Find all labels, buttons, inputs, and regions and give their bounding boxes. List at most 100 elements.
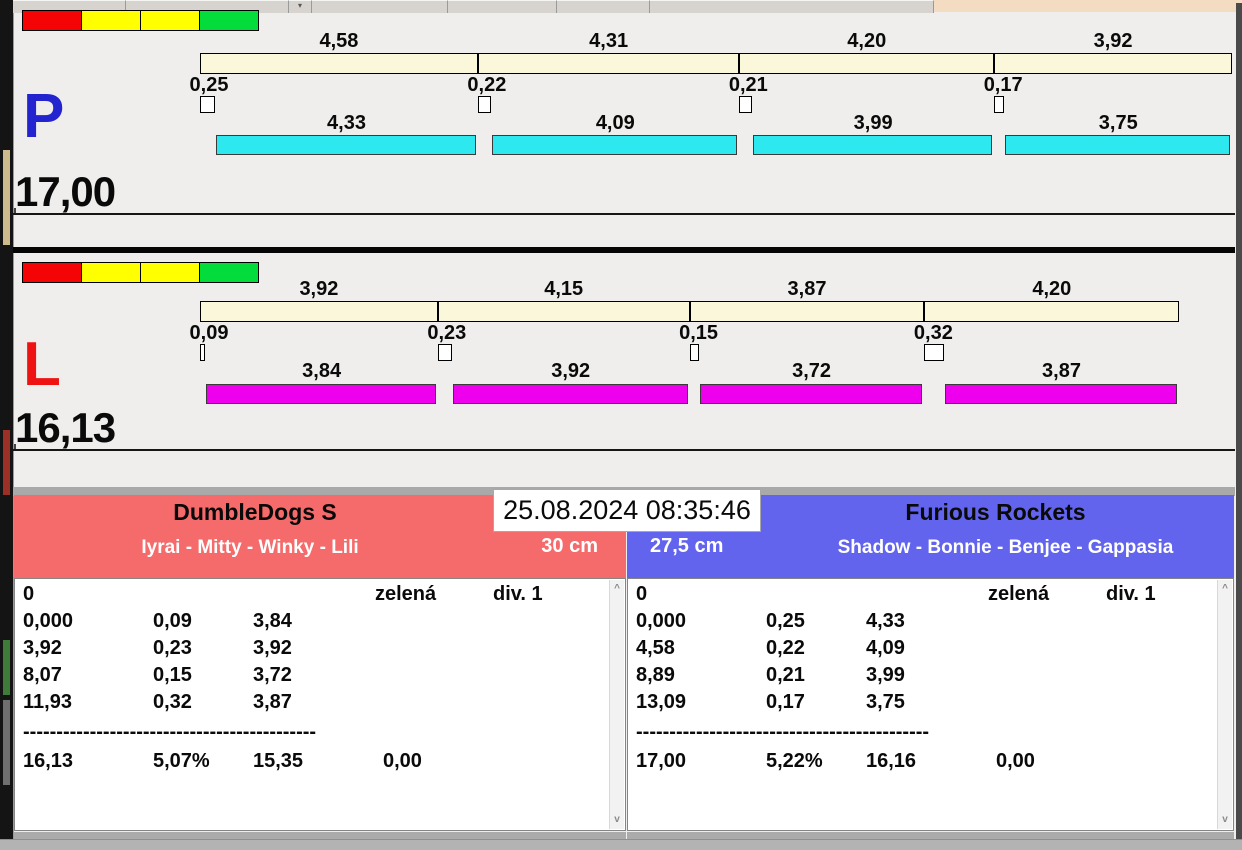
result-text-area[interactable]: 0 zelená div. 1 0,000 0,09 3,84 3,92 0,23 3,92 8,… [17, 579, 609, 830]
lap-table-cell: 3,99 [866, 664, 905, 686]
scroll-up-icon[interactable]: ^ [610, 582, 624, 596]
split-bar-segment [200, 53, 478, 74]
lap-table-cell: 0,23 [153, 637, 192, 659]
section-separator [13, 247, 1235, 253]
chevron-down-icon: ▾ [289, 0, 312, 13]
box-time-checkbox[interactable] [437, 344, 452, 361]
lap-table-cell: 0,000 [23, 610, 74, 632]
background-strip-segment [448, 0, 557, 13]
net-time-label: 3,84 [302, 360, 342, 382]
lap-table-cell: 4,09 [866, 637, 905, 659]
datetime-display: 25.08.2024 08:35:46 [493, 489, 761, 532]
desktop-speck [3, 700, 10, 785]
net-time-label: 4,33 [327, 112, 366, 134]
legend-cell-3 [199, 10, 259, 31]
net-time-bar [1005, 135, 1230, 155]
lap-table-cell: 3,92 [23, 637, 62, 659]
lane-letter: L [23, 330, 61, 399]
team-dogs: Iyrai - Mitty - Winky - Lili [141, 537, 359, 558]
net-time-bar [753, 135, 993, 155]
division-label: div. 1 [1106, 583, 1156, 605]
scroll-down-icon[interactable]: v [1218, 813, 1232, 827]
background-strip-peach [934, 0, 1242, 12]
split-bar-segment [739, 53, 995, 74]
scroll-down-icon[interactable]: v [610, 813, 624, 827]
lane-color-label: zelená [988, 583, 1050, 605]
lap-table-cell: 8,89 [636, 664, 675, 686]
window-bottom-band [0, 839, 1242, 850]
panel-footer-strip [627, 832, 1234, 839]
desktop-speck [3, 640, 10, 695]
panel-footer-strip [14, 832, 626, 839]
net-time-bar [492, 135, 738, 155]
box-time-label: 0,17 [983, 74, 1023, 96]
lap-table-cell: 13,09 [636, 691, 687, 713]
summary-cell: 0,00 [996, 750, 1035, 772]
net-time-label: 3,72 [792, 360, 832, 382]
summary-cell: 15,35 [253, 750, 304, 772]
background-strip-segment [650, 0, 934, 13]
box-time-checkbox[interactable] [739, 96, 753, 113]
lap-table-cell: 0,25 [766, 610, 805, 632]
box-time-checkbox[interactable] [477, 96, 492, 113]
legend-cell-1 [81, 10, 141, 31]
lap-table-cell: 4,58 [636, 637, 675, 659]
summary-cell: 5,22% [766, 750, 823, 772]
flags-value: 0 [636, 583, 648, 605]
scroll-up-icon[interactable]: ^ [1218, 582, 1232, 596]
split-time-label: 4,31 [589, 30, 629, 52]
split-time-label: 3,92 [299, 278, 339, 300]
lap-table-cell: 0,21 [766, 664, 805, 686]
box-time-checkbox[interactable] [689, 344, 699, 361]
split-time-label: 4,15 [544, 278, 584, 300]
summary-cell: 0,00 [383, 750, 422, 772]
desktop-speck [3, 430, 10, 495]
box-time-checkbox[interactable] [994, 96, 1005, 113]
legend-cell-2 [140, 262, 200, 283]
result-text-area[interactable]: 0 zelená div. 1 0,000 0,25 4,33 4,58 0,22 4,09 8,… [630, 579, 1217, 830]
net-time-label: 3,99 [853, 112, 893, 134]
split-bar-segment [689, 301, 925, 322]
box-time-label: 0,23 [427, 322, 467, 344]
lap-table-cell: 0,09 [153, 610, 192, 632]
legend-cell-2 [140, 10, 200, 31]
result-panel-left: 0 zelená div. 1 0,000 0,09 3,84 3,92 0,23 3,92 8,… [14, 578, 626, 831]
division-label: div. 1 [493, 583, 543, 605]
window-edge-right [1236, 3, 1242, 839]
section-bottom-line [13, 449, 1235, 451]
net-time-label: 3,87 [1042, 360, 1081, 382]
box-time-label: 0,32 [913, 322, 953, 344]
lap-table-cell: 0,32 [153, 691, 192, 713]
lane-total-time: 16,13 [15, 404, 116, 451]
split-time-label: 4,20 [847, 30, 887, 52]
lap-table-cell: 8,07 [23, 664, 62, 686]
result-panel-right: 0 zelená div. 1 0,000 0,25 4,33 4,58 0,22 4,09 8,… [627, 578, 1234, 831]
lap-table-cell: 0,17 [766, 691, 805, 713]
net-time-label: 3,92 [551, 360, 591, 382]
net-time-bar [452, 384, 688, 404]
team-dogs: Shadow - Bonnie - Benjee - Gappasia [837, 537, 1174, 558]
section-tick [14, 444, 16, 449]
legend-cell-0 [22, 262, 82, 283]
lap-table-cell: 4,33 [866, 610, 905, 632]
background-strip-segment [557, 0, 650, 13]
box-time-checkbox[interactable] [200, 96, 216, 113]
box-time-checkbox[interactable] [200, 344, 206, 361]
lap-table-cell: 0,15 [153, 664, 192, 686]
net-time-bar [216, 135, 476, 155]
desktop-speck [3, 150, 10, 245]
net-time-bar [206, 384, 436, 404]
box-time-label: 0,25 [189, 74, 229, 96]
team-name: Furious Rockets [905, 499, 1086, 525]
net-time-bar [944, 384, 1178, 404]
scrollbar[interactable]: ^ v [609, 580, 624, 829]
background-strip-segment [312, 0, 448, 13]
net-time-label: 4,09 [595, 112, 635, 134]
team-name: DumbleDogs S [173, 499, 337, 525]
legend-cell-0 [22, 10, 82, 31]
net-time-bar [699, 384, 923, 404]
split-bar-segment [994, 53, 1232, 74]
box-time-checkbox[interactable] [924, 344, 944, 361]
split-bar-segment [200, 301, 438, 322]
scrollbar[interactable]: ^ v [1217, 580, 1232, 829]
